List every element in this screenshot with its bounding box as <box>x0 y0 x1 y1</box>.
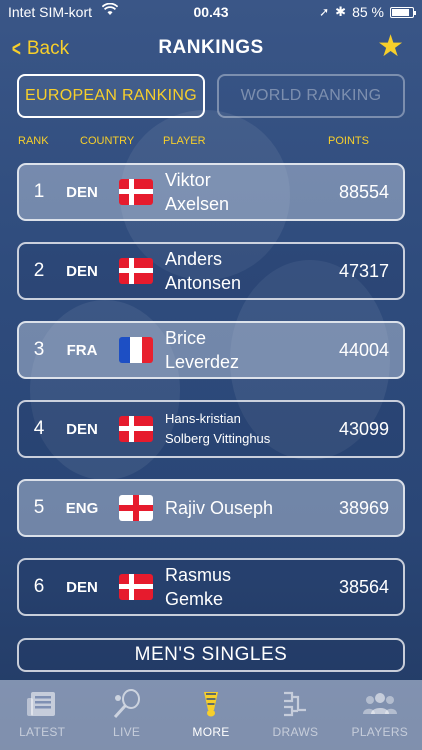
player-last-name: Gemke <box>165 589 224 609</box>
player-first-name: Hans-kristian <box>165 411 241 426</box>
ranking-row[interactable]: 4 DEN Hans-kristian Solberg Vittinghus 4… <box>17 400 405 458</box>
country-code: DEN <box>66 262 98 280</box>
tab-european-ranking[interactable]: EUROPEAN RANKING <box>17 74 205 118</box>
column-header-player: PLAYER <box>163 135 206 147</box>
column-header-points: POINTS <box>328 135 369 147</box>
france-flag-icon <box>119 337 153 363</box>
player-name: Hans-kristian Solberg Vittinghus <box>165 409 315 449</box>
denmark-flag-icon <box>119 416 153 442</box>
ranking-row[interactable]: 2 DEN Anders Antonsen 47317 <box>17 242 405 300</box>
tab-label: LIVE <box>113 725 141 739</box>
ranking-row[interactable]: 6 DEN Rasmus Gemke 38564 <box>17 558 405 616</box>
shuttlecock-icon <box>194 687 228 721</box>
denmark-flag-icon <box>119 574 153 600</box>
player-first-name: Rajiv Ouseph <box>165 498 274 518</box>
country-code: DEN <box>66 183 98 201</box>
tab-latest[interactable]: LATEST <box>0 680 84 750</box>
page-title: RANKINGS <box>158 37 264 58</box>
player-last-name: Leverdez <box>165 352 240 372</box>
player-name: Rasmus Gemke <box>165 563 305 611</box>
ranking-row[interactable]: 1 DEN Viktor Axelsen 88554 <box>17 163 405 221</box>
tab-label: MORE <box>192 725 230 739</box>
player-name: Rajiv Ouseph <box>165 496 325 520</box>
points-value: 47317 <box>338 260 389 281</box>
column-header-country: COUNTRY <box>80 135 135 147</box>
tab-world-ranking[interactable]: WORLD RANKING <box>217 74 405 118</box>
player-last-name: Axelsen <box>165 194 230 214</box>
rank-number: 3 <box>33 339 45 360</box>
tab-label: LATEST <box>19 725 66 739</box>
points-value: 44004 <box>338 339 389 360</box>
player-last-name: Antonsen <box>165 273 242 293</box>
tab-more[interactable]: MORE <box>169 680 253 750</box>
column-header-rank: RANK <box>18 135 49 147</box>
england-flag-icon <box>119 495 153 521</box>
ranking-row[interactable]: 5 ENG Rajiv Ouseph 38969 <box>17 479 405 537</box>
player-first-name: Viktor <box>165 170 211 190</box>
battery-icon <box>390 6 416 18</box>
rank-number: 4 <box>33 418 45 439</box>
player-name: Anders Antonsen <box>165 247 305 295</box>
bracket-icon <box>278 687 312 721</box>
rank-number: 2 <box>33 260 45 281</box>
player-first-name: Anders <box>165 249 223 269</box>
tab-draws[interactable]: DRAWS <box>253 680 337 750</box>
bluetooth-icon: ✱ <box>335 4 347 19</box>
rank-number: 5 <box>33 497 45 518</box>
battery-percent: 85 % <box>352 4 384 20</box>
denmark-flag-icon <box>119 179 153 205</box>
player-last-name: Solberg Vittinghus <box>165 431 271 446</box>
tab-label: DRAWS <box>272 725 319 739</box>
country-code: FRA <box>66 341 98 359</box>
tab-players[interactable]: PLAYERS <box>338 680 422 750</box>
location-icon: ➚ <box>319 5 330 19</box>
points-value: 88554 <box>338 181 389 202</box>
favorite-star-icon[interactable]: ★ <box>377 32 404 62</box>
tab-bar: LATEST LIVE MORE DRAWS PLAYERS <box>0 680 422 750</box>
country-code: ENG <box>65 499 99 517</box>
racket-icon <box>110 687 144 721</box>
player-first-name: Brice <box>165 328 207 348</box>
points-value: 43099 <box>338 418 389 439</box>
player-first-name: Rasmus <box>165 565 232 585</box>
players-icon <box>362 687 398 721</box>
category-selector[interactable]: MEN'S SINGLES <box>17 638 405 672</box>
country-code: DEN <box>66 578 98 596</box>
ranking-row[interactable]: 3 FRA Brice Leverdez 44004 <box>17 321 405 379</box>
status-bar: Intet SIM-kort 00.43 ➚ ✱ 85 % <box>0 0 422 24</box>
rank-number: 1 <box>33 181 45 202</box>
points-value: 38564 <box>338 576 389 597</box>
denmark-flag-icon <box>119 258 153 284</box>
player-name: Brice Leverdez <box>165 326 305 374</box>
tab-label: PLAYERS <box>351 725 409 739</box>
navigation-bar: < Back RANKINGS ★ <box>0 24 422 72</box>
tab-live[interactable]: LIVE <box>84 680 168 750</box>
player-name: Viktor Axelsen <box>165 168 305 216</box>
country-code: DEN <box>66 420 98 438</box>
points-value: 38969 <box>338 497 389 518</box>
newspaper-icon <box>25 687 59 721</box>
rank-number: 6 <box>33 576 45 597</box>
